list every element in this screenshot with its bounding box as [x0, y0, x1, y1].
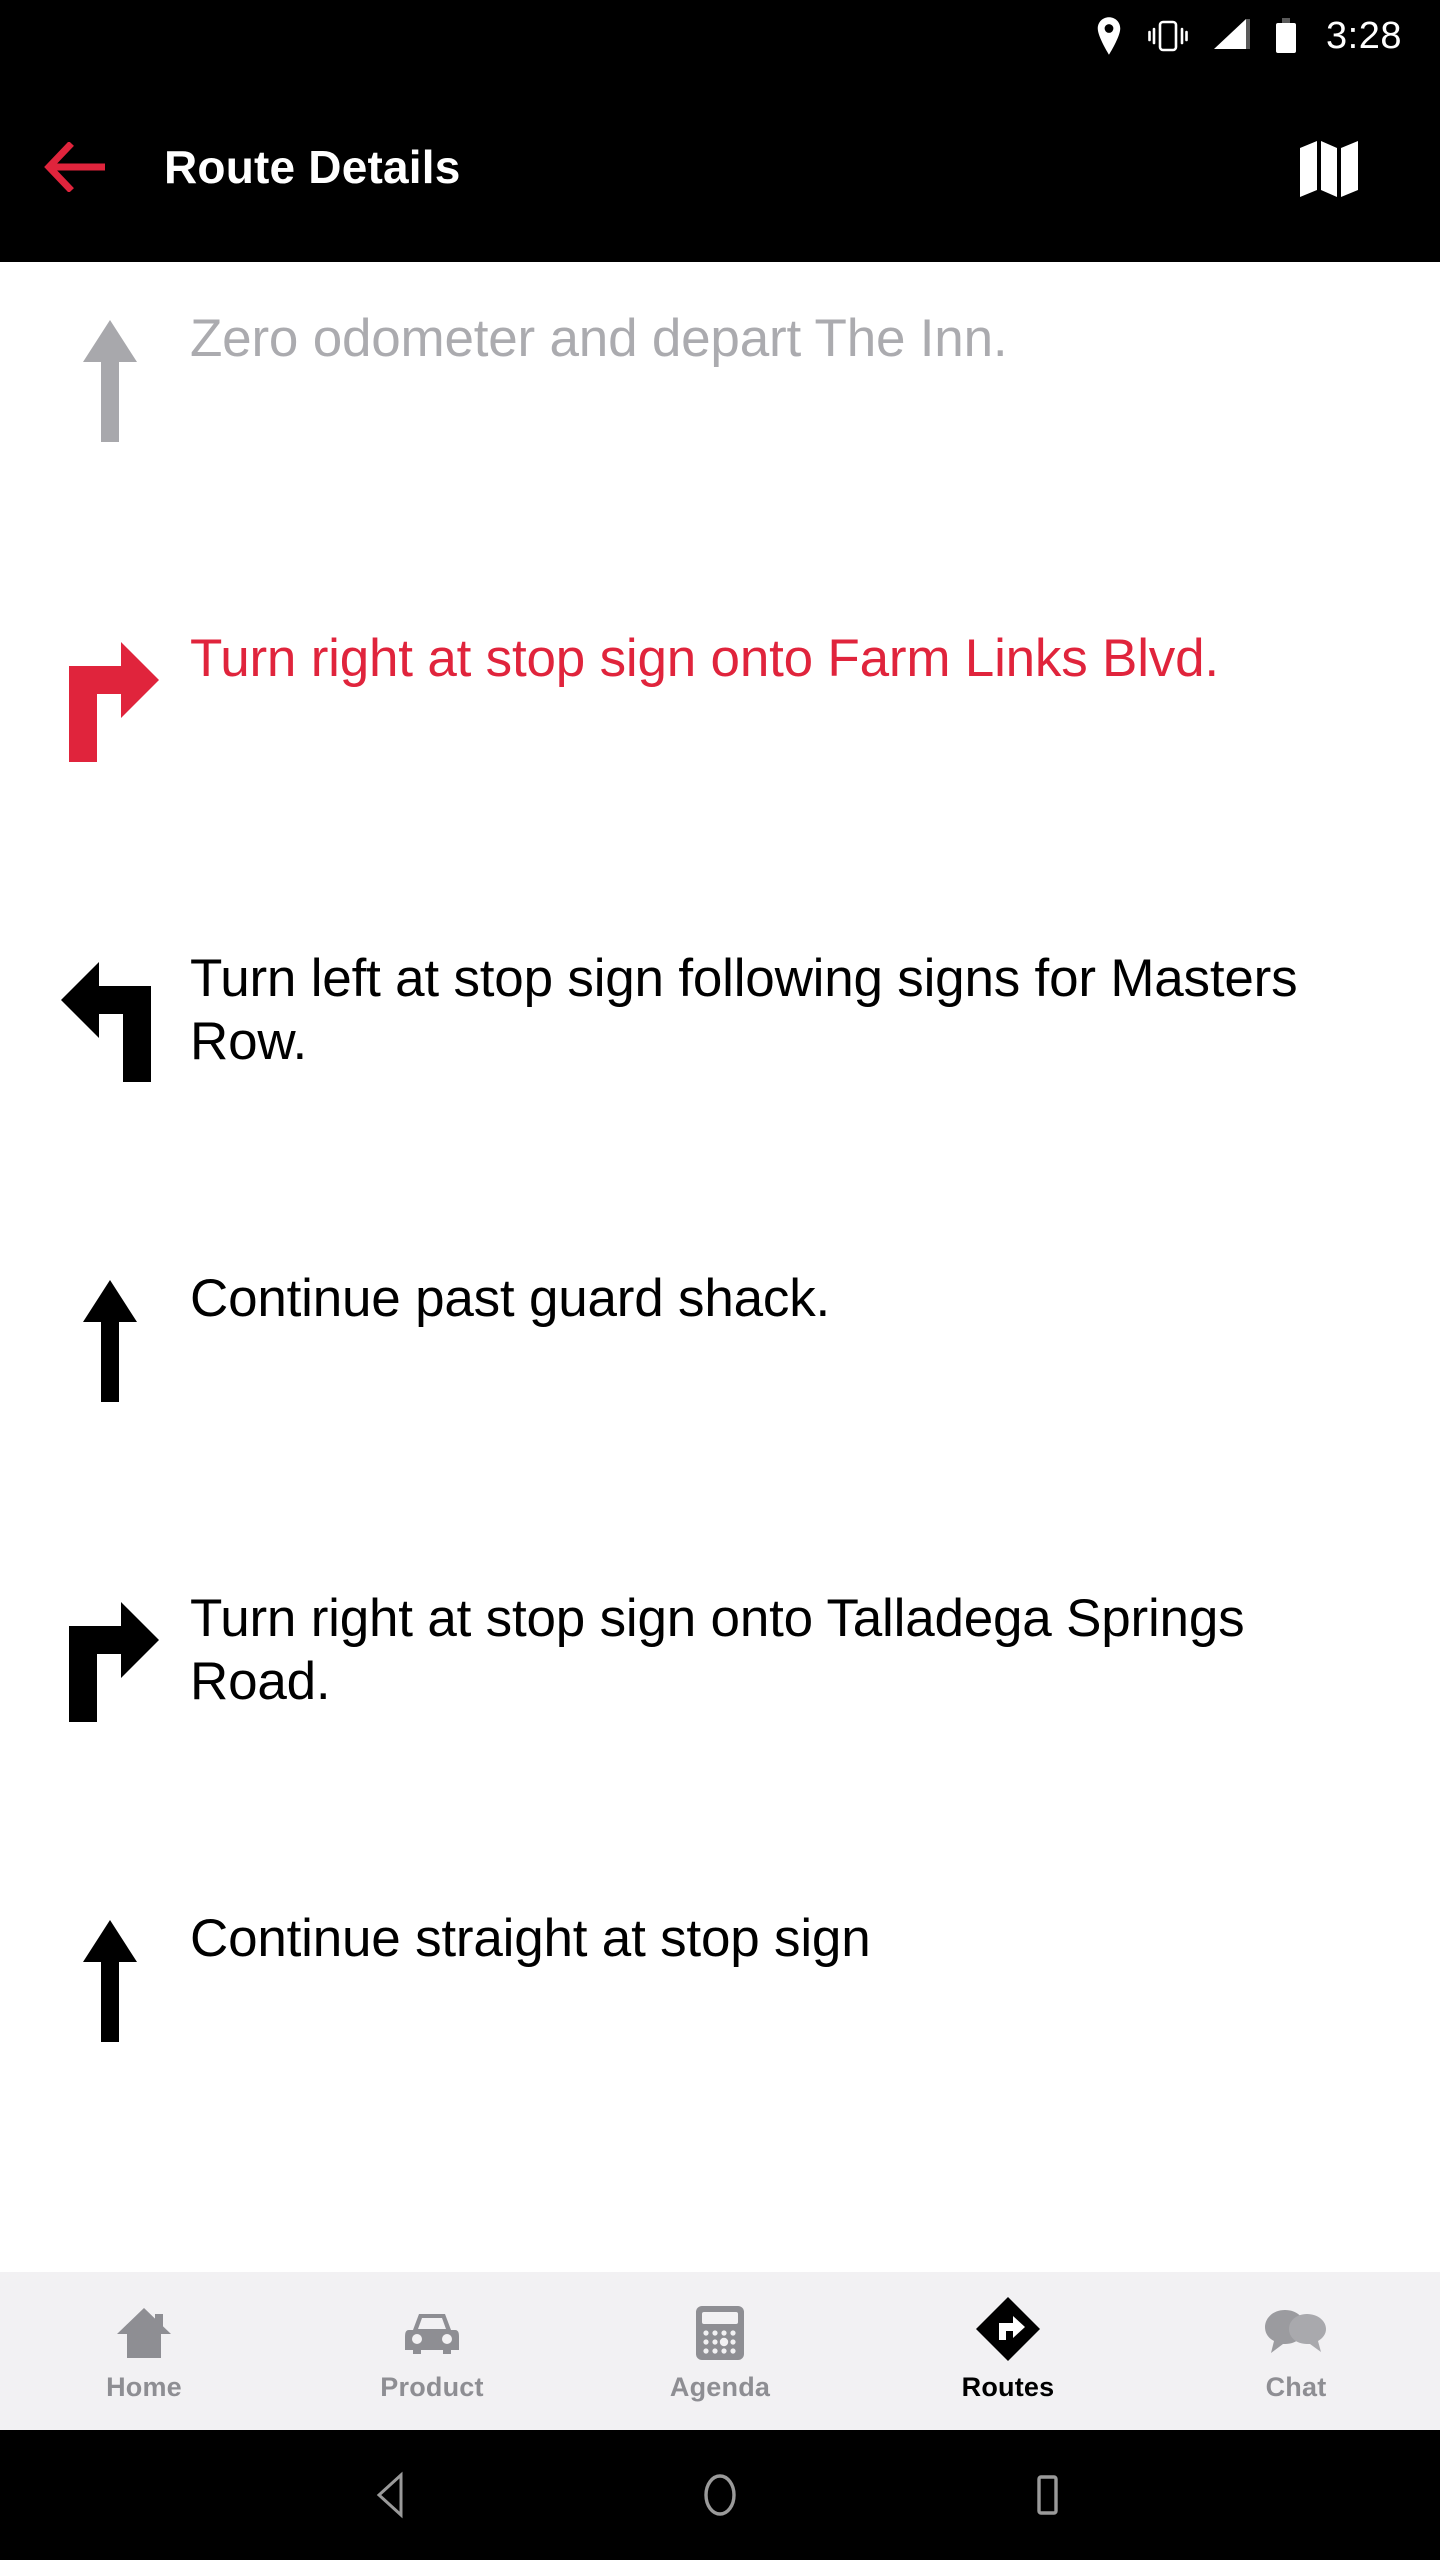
route-step-text: Turn right at stop sign onto Farm Links … — [190, 629, 1219, 688]
status-bar: 3:28 — [0, 0, 1440, 72]
chat-bubbles-icon — [1263, 2300, 1329, 2362]
home-circle-icon[interactable] — [665, 2440, 775, 2550]
house-icon — [113, 2300, 175, 2362]
route-step-text: Zero odometer and depart The Inn. — [190, 309, 1008, 368]
route-step[interactable]: Turn right at stop sign onto Farm Links … — [0, 582, 1440, 902]
car-icon — [401, 2300, 463, 2362]
phone-screen: 3:28 Route Details Zero odometer and dep… — [0, 0, 1440, 2560]
android-system-nav — [0, 2430, 1440, 2560]
tab-label: Chat — [1265, 2371, 1327, 2402]
tab-label: Home — [106, 2371, 182, 2402]
route-step-text: Continue straight at stop sign — [190, 1909, 871, 1968]
route-step[interactable]: Turn left at stop sign following signs f… — [0, 902, 1440, 1222]
route-step[interactable]: Continue past guard shack. — [0, 1222, 1440, 1542]
tab-label: Product — [380, 2371, 484, 2402]
route-step[interactable]: Zero odometer and depart The Inn. — [0, 262, 1440, 582]
app-bar: Route Details — [0, 72, 1440, 262]
route-step-text: Turn right at stop sign onto Talladega S… — [190, 1589, 1245, 1711]
map-button[interactable] — [1274, 112, 1384, 222]
vibrate-icon — [1146, 17, 1190, 55]
tab-chat[interactable]: Chat — [1152, 2272, 1440, 2430]
route-diamond-icon — [975, 2296, 1041, 2362]
back-button[interactable] — [0, 72, 150, 262]
arrow-turn-right-icon — [30, 626, 190, 766]
tab-agenda[interactable]: Agenda — [576, 2272, 864, 2430]
arrow-turn-left-icon — [30, 946, 190, 1086]
map-icon — [1300, 141, 1358, 197]
tab-routes[interactable]: Routes — [864, 2272, 1152, 2430]
route-step-text: Continue past guard shack. — [190, 1269, 831, 1328]
route-step-text: Turn left at stop sign following signs f… — [190, 949, 1298, 1071]
location-pin-icon — [1094, 17, 1124, 55]
signal-bars-icon — [1212, 17, 1252, 55]
recents-square-icon[interactable] — [992, 2440, 1102, 2550]
route-step[interactable]: Continue straight at stop sign — [0, 1862, 1440, 2182]
page-title: Route Details — [164, 141, 461, 193]
tab-product[interactable]: Product — [288, 2272, 576, 2430]
arrow-straight-icon — [30, 1906, 190, 2046]
route-step[interactable]: Turn right at stop sign onto Talladega S… — [0, 1542, 1440, 1862]
bottom-tab-bar: Home Product Agenda Routes Chat — [0, 2272, 1440, 2430]
back-triangle-icon[interactable] — [338, 2440, 448, 2550]
tab-home[interactable]: Home — [0, 2272, 288, 2430]
arrow-straight-icon — [30, 306, 190, 446]
tab-label: Agenda — [669, 2371, 771, 2402]
status-bar-clock: 3:28 — [1326, 14, 1402, 57]
route-steps-list[interactable]: Zero odometer and depart The Inn. Turn r… — [0, 262, 1440, 2272]
calculator-icon — [692, 2300, 748, 2362]
arrow-straight-icon — [30, 1266, 190, 1406]
back-arrow-icon — [44, 142, 105, 192]
arrow-turn-right-icon — [30, 1586, 190, 1726]
battery-icon — [1274, 17, 1298, 55]
tab-label: Routes — [961, 2371, 1055, 2402]
